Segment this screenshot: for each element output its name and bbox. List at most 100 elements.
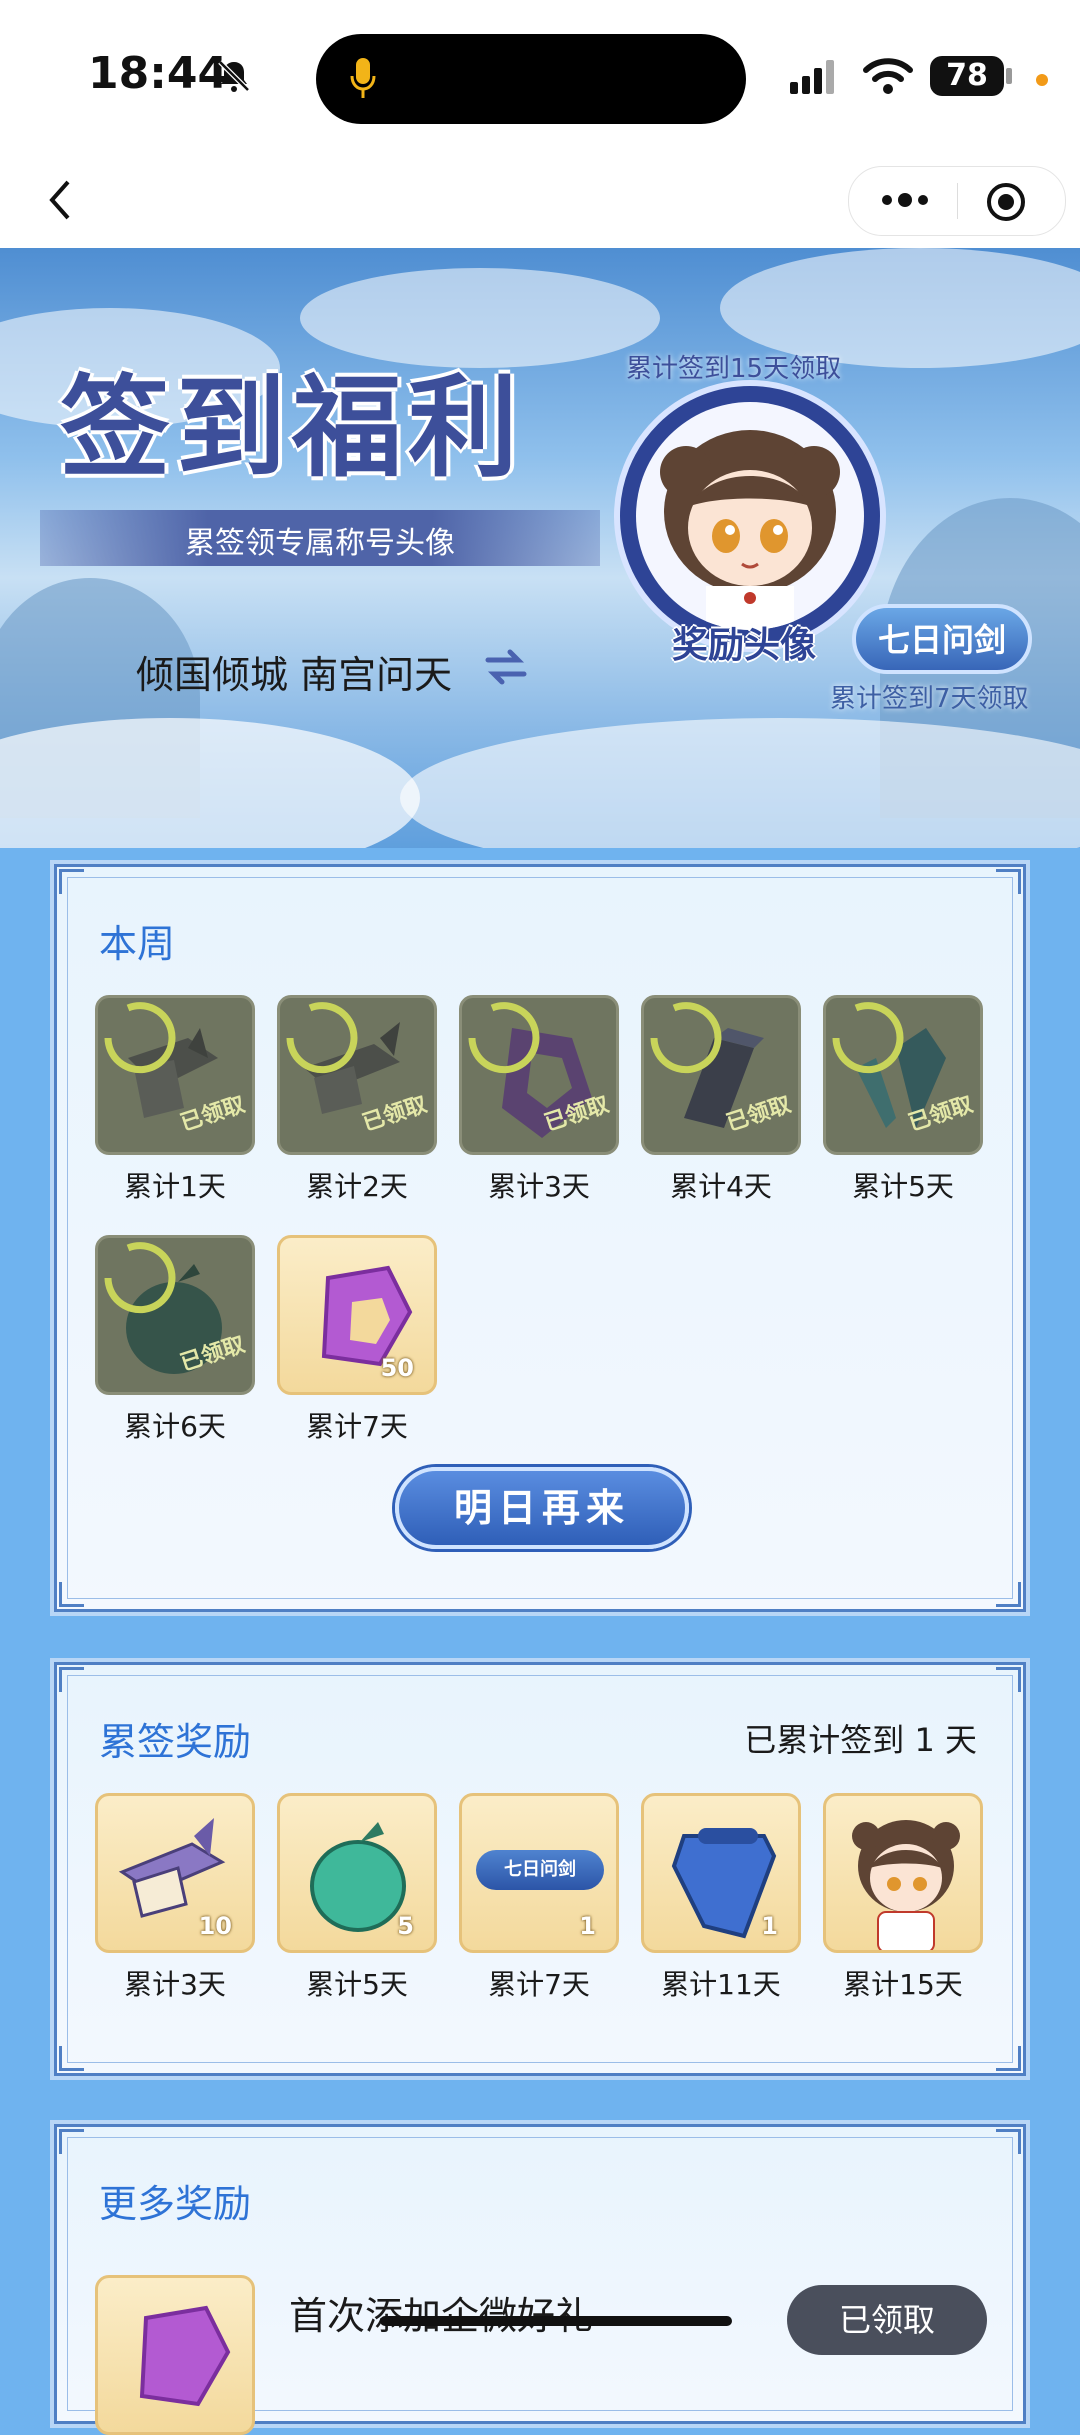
more-title: 更多奖励	[99, 2182, 252, 2226]
panel-corner	[59, 1667, 84, 1692]
weekly-day-1[interactable]: 已领取 累计1天	[95, 995, 255, 1205]
cumulative-reward-11[interactable]: 1 累计11天	[641, 1793, 801, 2003]
switch-account-icon[interactable]	[484, 646, 528, 686]
chibi-avatar-icon	[852, 1820, 960, 1950]
cumulative-title: 累签奖励	[99, 1720, 252, 1764]
item-quantity: 1	[761, 1912, 778, 1940]
claimed-stamp-icon	[104, 1242, 176, 1314]
more-item-title: 首次添加企微好礼	[289, 2285, 593, 2340]
reward-avatar	[636, 402, 864, 630]
cumulative-reward-15[interactable]: 累计15天	[823, 1793, 983, 2003]
day-label: 累计2天	[306, 1170, 408, 1203]
day-label: 累计1天	[124, 1170, 226, 1203]
weekly-day-3[interactable]: 已领取 累计3天	[459, 995, 619, 1205]
battery-indicator: 78	[930, 56, 1004, 96]
reward-tile: 已领取	[823, 995, 983, 1155]
panel-corner	[996, 869, 1021, 894]
day-label: 累计3天	[124, 1968, 226, 2001]
reward-avatar-label: 奖励头像	[672, 625, 817, 666]
reward-tile: 已领取	[277, 995, 437, 1155]
item-quantity: 1	[579, 1912, 596, 1940]
chibi-character-image	[660, 430, 840, 630]
more-rewards-panel: 更多奖励 首次添加企微好礼 已领取	[54, 2124, 1026, 2435]
cumulative-rewards-panel: 累签奖励 已累计签到 1 天 10 累计3天 5 累计5天 七日问剑 1 累计7…	[54, 1662, 1026, 2076]
day-label: 累计3天	[488, 1170, 590, 1203]
reward-tile: 已领取	[95, 995, 255, 1155]
item-quantity: 10	[198, 1912, 232, 1940]
claimed-stamp-icon	[650, 1002, 722, 1074]
status-time: 18:44	[88, 48, 229, 99]
more-reward-item[interactable]	[95, 2275, 255, 2435]
panel-corner	[59, 1582, 84, 1607]
capsule-divider	[957, 183, 958, 219]
cumulative-reward-5[interactable]: 5 累计5天	[277, 1793, 437, 2003]
hero-subtitle: 累签领专属称号头像	[185, 526, 455, 561]
weekly-day-2[interactable]: 已领取 累计2天	[277, 995, 437, 1205]
reward-tile: 已领取	[641, 995, 801, 1155]
dynamic-island	[316, 34, 746, 124]
panel-corner	[996, 1582, 1021, 1607]
reward-tile: 50	[277, 1235, 437, 1395]
cumulative-reward-7[interactable]: 七日问剑 1 累计7天	[459, 1793, 619, 2003]
cellular-signal-icon	[790, 60, 838, 94]
close-target-icon[interactable]	[985, 181, 1027, 223]
reward-tile: 已领取	[95, 1235, 255, 1395]
reward-avatar-frame	[614, 380, 886, 652]
more-dots-icon[interactable]	[875, 185, 935, 215]
weekly-day-6[interactable]: 已领取 累计6天	[95, 1235, 255, 1445]
home-indicator	[380, 2316, 732, 2326]
claimed-stamp-icon	[468, 1002, 540, 1074]
title-badge-mini: 七日问剑	[476, 1850, 604, 1890]
panel-corner	[59, 2129, 84, 2154]
reward-tile: 七日问剑 1	[459, 1793, 619, 1953]
cumulative-15-day-label: 累计签到15天领取	[626, 354, 842, 384]
reward-tile: 10	[95, 1793, 255, 1953]
claimed-stamp-icon	[104, 1002, 176, 1074]
weekly-day-5[interactable]: 已领取 累计5天	[823, 995, 983, 1205]
claimed-stamp-icon	[832, 1002, 904, 1074]
battery-cap	[1006, 68, 1012, 84]
cumulative-7-day-label: 累计签到7天领取	[830, 684, 1029, 714]
panel-corner	[996, 2046, 1021, 2071]
weekly-signin-panel: 本周 已领取 累计1天 已领取 累计2天 已领取 累计3天 已领取 累计4天 已…	[54, 864, 1026, 1612]
panel-corner	[996, 2129, 1021, 2154]
day-label: 累计7天	[488, 1968, 590, 2001]
microphone-icon	[350, 58, 376, 98]
day-label: 累计15天	[843, 1968, 963, 2001]
privacy-dot	[1036, 74, 1048, 86]
day-label: 累计4天	[670, 1170, 772, 1203]
weekly-day-7[interactable]: 50 累计7天	[277, 1235, 437, 1445]
come-back-tomorrow-button[interactable]: 明日再来	[395, 1467, 689, 1549]
day-label: 累计7天	[306, 1410, 408, 1443]
cumulative-reward-3[interactable]: 10 累计3天	[95, 1793, 255, 2003]
hero-banner: 签到福利 累签领专属称号头像 倾国倾城 南宫问天 累计签到15天领取 奖励头像 …	[0, 248, 1080, 848]
day-label: 累计5天	[852, 1170, 954, 1203]
day-label: 累计5天	[306, 1968, 408, 2001]
day-label: 累计6天	[124, 1410, 226, 1443]
claimed-stamp-icon	[286, 1002, 358, 1074]
item-quantity: 50	[380, 1354, 414, 1382]
back-chevron-icon[interactable]	[40, 170, 80, 230]
item-quantity: 5	[397, 1912, 414, 1940]
panel-corner	[59, 869, 84, 894]
hero-title: 签到福利	[60, 363, 524, 492]
reward-tile	[95, 2275, 255, 2435]
reward-tile: 5	[277, 1793, 437, 1953]
weekly-title: 本周	[99, 922, 176, 966]
purple-crystal-icon	[139, 2305, 231, 2407]
weekly-day-4[interactable]: 已领取 累计4天	[641, 995, 801, 1205]
mini-program-capsule	[848, 166, 1066, 236]
wifi-icon	[863, 58, 913, 94]
cloud-decoration	[400, 718, 1080, 848]
panel-corner	[996, 1667, 1021, 1692]
claimed-button[interactable]: 已领取	[787, 2285, 987, 2355]
panel-corner	[59, 2046, 84, 2071]
cloud-decoration	[0, 718, 420, 848]
reward-tile: 已领取	[459, 995, 619, 1155]
day-label: 累计11天	[661, 1968, 781, 2001]
reward-tile: 1	[641, 1793, 801, 1953]
nav-bar	[0, 150, 1080, 248]
cumulative-progress-text: 已累计签到 1 天	[744, 1721, 977, 1759]
status-bar: 18:44 78	[0, 0, 1080, 150]
bell-muted-icon	[218, 60, 250, 92]
